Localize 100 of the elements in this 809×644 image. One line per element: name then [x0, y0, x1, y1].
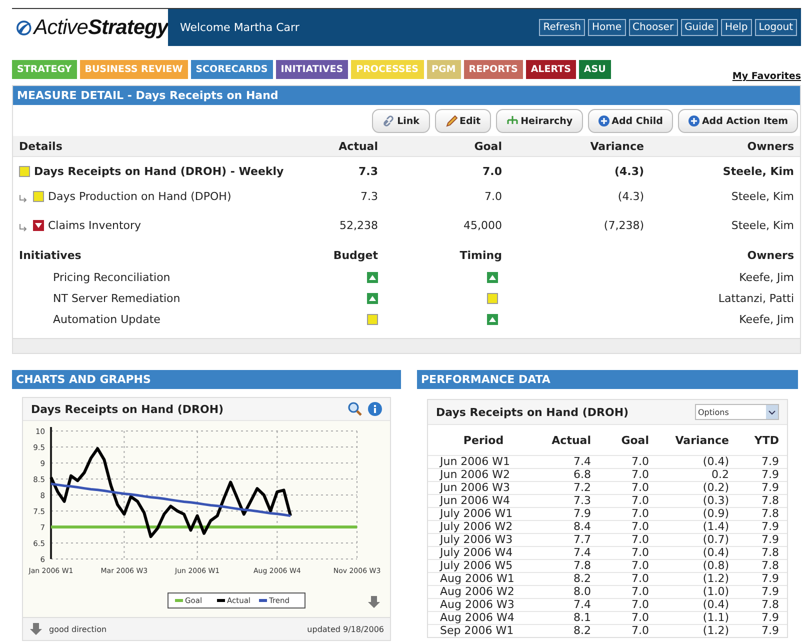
column-header: Owners — [746, 248, 794, 262]
table-cell-text: Sep 2006 W1 — [439, 625, 515, 637]
table-cell-text: 7.9 — [760, 469, 779, 481]
logo-text: ActiveStrategy — [34, 16, 168, 40]
measure-name[interactable]: Claims Inventory — [48, 218, 142, 232]
table-cell-text: 7.0 — [630, 508, 649, 520]
favorites-link[interactable]: My Favorites — [732, 71, 801, 82]
table-cell-text: 7.9 — [760, 625, 779, 637]
column-header: YTD — [753, 434, 779, 446]
table-cell-text: (1.1) — [702, 612, 729, 624]
column-header: Owners — [746, 140, 794, 152]
table-cell-text: 7.0 — [484, 190, 502, 202]
initiative-name[interactable]: NT Server Remediation — [53, 292, 180, 305]
table-cell-text: 8.2 — [572, 625, 591, 637]
table-cell-text: Aug 2006 W1 — [439, 573, 516, 585]
table-cell-text: 7.8 — [760, 547, 779, 559]
table-cell-text: Keefe, Jim — [738, 271, 794, 284]
section-header: PERFORMANCE DATA — [417, 370, 798, 389]
table-cell-text: 7.9 — [572, 508, 591, 520]
module-tab[interactable]: INITIATIVES — [276, 60, 348, 79]
table-cell-text: 7.0 — [630, 495, 649, 507]
table-cell-text: 7.8 — [572, 560, 591, 572]
table-cell-text: 7.0 — [630, 547, 649, 559]
table-cell-text: Aug 2006 W3 — [439, 599, 516, 611]
options-dropdown[interactable]: Options — [695, 404, 779, 420]
table-cell-text: 7.8 — [760, 508, 779, 520]
column-header: Variance — [589, 140, 644, 152]
table-cell-text: July 2006 W5 — [438, 560, 514, 572]
nav-button[interactable]: Guide — [680, 19, 718, 36]
table-cell-text: (4.3) — [613, 164, 644, 178]
action-button[interactable]: Edit — [434, 109, 491, 133]
chain-icon — [382, 115, 396, 127]
table-cell-text: 7.8 — [760, 560, 779, 572]
action-button[interactable]: Add Action Item — [678, 109, 798, 133]
module-tab[interactable]: ASU — [578, 60, 611, 79]
table-cell-text: 7.4 — [572, 547, 591, 559]
table-cell-text: 7.9 — [760, 534, 779, 546]
column-header: Timing — [458, 248, 502, 262]
table-cell-text: (1.2) — [702, 573, 729, 585]
action-button[interactable]: Heirarchy — [496, 109, 583, 133]
table-cell-text: (0.9) — [702, 508, 729, 520]
table-cell-text: (0.2) — [702, 482, 729, 494]
info-icon[interactable] — [368, 402, 382, 416]
measure-name[interactable]: Days Receipts on Hand (DROH) - Weekly — [34, 164, 284, 178]
section-header: MEASURE DETAIL - Days Receipts on Hand — [13, 86, 800, 105]
updated-date: updated 9/18/2006 — [307, 624, 384, 634]
direction-label: good direction — [49, 624, 107, 634]
table-cell-text: 45,000 — [462, 218, 502, 232]
nav-button[interactable]: Chooser — [628, 19, 678, 36]
module-tab[interactable]: ALERTS — [526, 60, 576, 79]
table-cell-text: July 2006 W3 — [438, 534, 514, 546]
column-header: Goal — [620, 434, 649, 446]
nav-button[interactable]: Logout — [754, 19, 797, 36]
column-header: Period — [462, 434, 505, 446]
down-arrow-icon — [368, 596, 380, 608]
table-cell-text: (0.4) — [702, 599, 729, 611]
table-cell-text: Steele, Kim — [730, 190, 794, 202]
initiative-name[interactable]: Automation Update — [53, 313, 160, 326]
table-cell-text: 7.3 — [358, 164, 378, 178]
module-tab[interactable]: SCORECARDS — [190, 60, 273, 79]
table-cell-text: 7.0 — [630, 625, 649, 637]
action-button[interactable]: Add Child — [588, 109, 673, 133]
table-cell-text: 7.9 — [760, 521, 779, 533]
table-cell-text: 7.0 — [630, 521, 649, 533]
initiative-name[interactable]: Pricing Reconciliation — [53, 271, 170, 284]
nav-button[interactable]: Home — [588, 19, 626, 36]
nav-button[interactable]: Help — [720, 19, 752, 36]
table-cell-text: 8.2 — [572, 573, 591, 585]
table-cell-text: (0.3) — [702, 495, 729, 507]
table-cell-text: (1.2) — [702, 625, 729, 637]
nav-button[interactable]: Refresh — [539, 19, 585, 36]
column-header: Goal — [473, 140, 502, 152]
down-arrow-icon — [29, 622, 43, 636]
search-icon[interactable] — [348, 402, 362, 416]
table-cell-text: 7.0 — [630, 534, 649, 546]
module-tab[interactable]: REPORTS — [464, 60, 523, 79]
child-arrow-icon — [19, 195, 29, 203]
table-cell-text: Steele, Kim — [722, 164, 794, 178]
table-cell-text: (0.4) — [702, 547, 729, 559]
table-cell-text: Jun 2006 W3 — [438, 482, 512, 494]
table-cell-text: 52,238 — [338, 218, 378, 232]
table-cell-text: 7.2 — [572, 482, 591, 494]
column-header: Initiatives — [19, 248, 82, 262]
plus-icon — [598, 115, 610, 127]
table-cell-text: 7.0 — [630, 456, 649, 468]
table-cell-text: 0.2 — [710, 469, 729, 481]
table-cell-text: 7.0 — [482, 164, 502, 178]
hierarchy-icon — [506, 115, 519, 127]
table-cell-text: Jun 2006 W2 — [438, 469, 512, 481]
table-cell-text: Jun 2006 W4 — [438, 495, 512, 507]
table-cell-text: (0.7) — [702, 534, 729, 546]
table-cell-text: (1.4) — [702, 521, 729, 533]
action-button[interactable]: Link — [372, 109, 430, 133]
measure-name[interactable]: Days Production on Hand (DPOH) — [48, 190, 232, 202]
table-cell-text: 8.0 — [572, 586, 591, 598]
table-cell-text: 7.0 — [630, 573, 649, 585]
column-header: Budget — [332, 248, 378, 262]
table-cell-text: 7.7 — [572, 534, 591, 546]
child-arrow-icon — [19, 224, 29, 232]
table-cell-text: 7.9 — [760, 586, 779, 598]
